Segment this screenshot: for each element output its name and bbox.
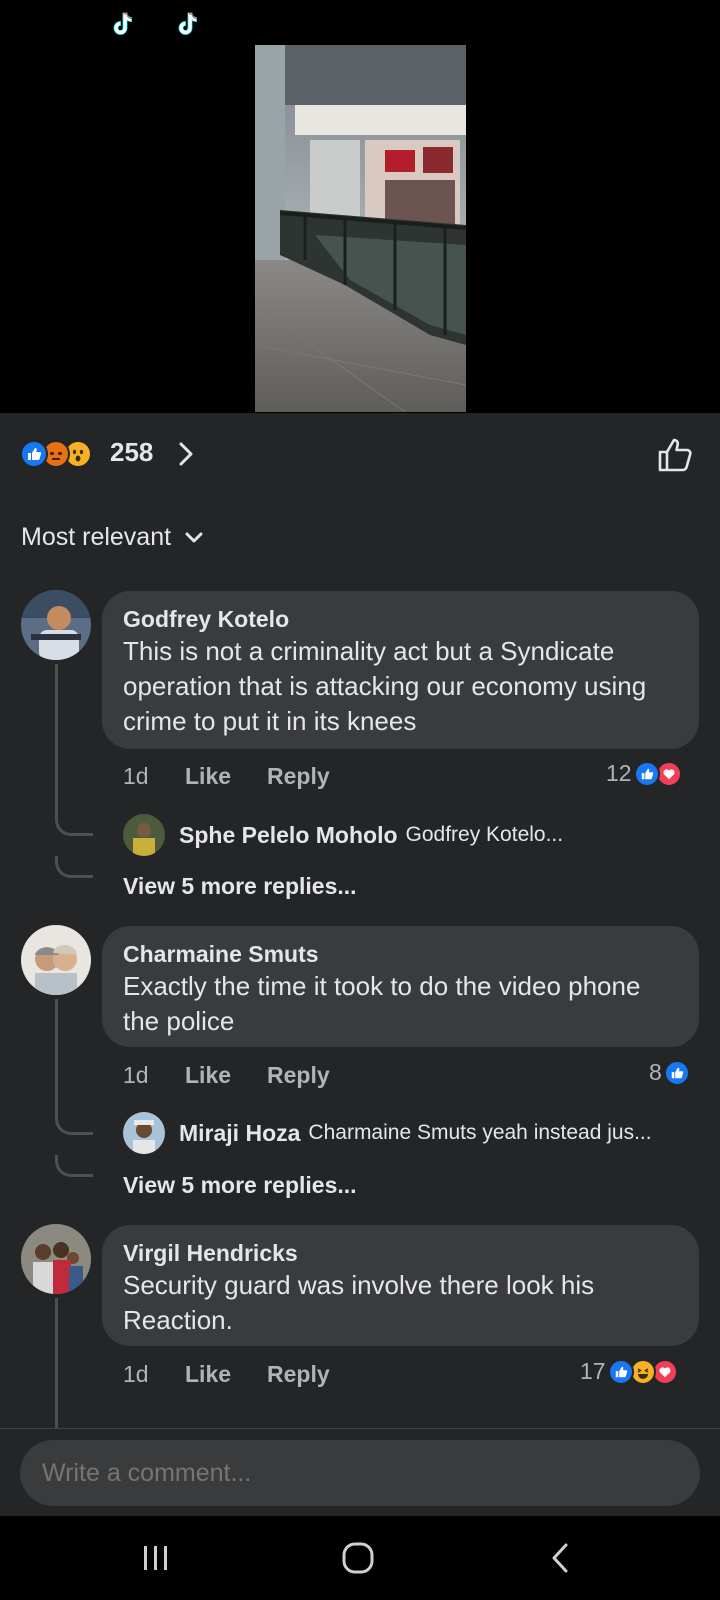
reaction-summary[interactable] [20, 440, 92, 468]
recents-icon[interactable] [126, 1538, 186, 1578]
reaction-count[interactable]: 258 [110, 437, 153, 468]
avatar[interactable] [21, 925, 91, 995]
reaction-count: 12 [606, 760, 632, 786]
avatar[interactable] [21, 1224, 91, 1294]
view-more-replies-link[interactable]: View 5 more replies... [123, 873, 357, 900]
like-link[interactable]: Like [185, 763, 267, 790]
comment-time[interactable]: 1d [123, 763, 185, 790]
comment-bubble[interactable]: Godfrey Kotelo This is not a criminality… [102, 591, 699, 749]
like-icon [607, 1358, 634, 1385]
chevron-down-icon [185, 532, 203, 542]
sort-label: Most relevant [21, 523, 172, 551]
thread-connector [55, 856, 93, 878]
video-thumbnail[interactable] [255, 45, 466, 412]
comment-author[interactable]: Virgil Hendricks [123, 1238, 679, 1268]
avatar[interactable] [123, 814, 165, 856]
tiktok-logo-icon [108, 10, 136, 38]
like-button-icon[interactable] [656, 436, 694, 474]
comment-actions: 1d Like Reply [123, 1062, 330, 1089]
comment-time[interactable]: 1d [123, 1361, 185, 1388]
thread-connector [55, 814, 93, 836]
comment-text: Security guard was involve there look hi… [123, 1270, 595, 1335]
comment-input[interactable] [20, 1440, 700, 1506]
avatar[interactable] [123, 1112, 165, 1154]
like-link[interactable]: Like [185, 1062, 267, 1089]
reply-preview[interactable]: Miraji Hoza Charmaine Smuts yeah instead… [123, 1112, 652, 1154]
reply-link[interactable]: Reply [267, 1062, 330, 1089]
like-icon [633, 760, 660, 787]
video-player[interactable] [0, 0, 720, 413]
comment-text: Exactly the time it took to do the video… [123, 971, 641, 1036]
reply-snippet: Charmaine Smuts yeah instead jus... [308, 1121, 652, 1144]
comment-bubble[interactable]: Virgil Hendricks Security guard was invo… [102, 1225, 699, 1346]
reply-snippet: Godfrey Kotelo... [405, 823, 564, 846]
thread-line [55, 1298, 58, 1428]
comment-text: This is not a criminality act but a Synd… [123, 636, 647, 736]
comment-actions: 1d Like Reply [123, 1361, 330, 1388]
view-more-replies-link[interactable]: View 5 more replies... [123, 1172, 357, 1199]
comment-author[interactable]: Charmaine Smuts [123, 939, 679, 969]
back-icon[interactable] [530, 1538, 590, 1578]
comment-composer-bar [0, 1428, 720, 1516]
like-icon [20, 440, 48, 468]
system-navigation-bar [0, 1516, 720, 1600]
comment-time[interactable]: 1d [123, 1062, 185, 1089]
comment-reactions[interactable]: 12 [606, 760, 682, 787]
reply-link[interactable]: Reply [267, 763, 330, 790]
reaction-count: 8 [649, 1059, 662, 1085]
home-icon[interactable] [328, 1538, 388, 1578]
thread-line [55, 999, 58, 1113]
comment-author[interactable]: Godfrey Kotelo [123, 604, 679, 634]
reply-author[interactable]: Sphe Pelelo Moholo [179, 822, 398, 849]
sort-dropdown[interactable]: Most relevant [21, 523, 203, 552]
avatar[interactable] [21, 590, 91, 660]
chevron-right-icon[interactable] [176, 440, 196, 468]
reply-preview[interactable]: Sphe Pelelo Moholo Godfrey Kotelo... [123, 814, 563, 856]
comment-reactions[interactable]: 17 [580, 1358, 678, 1385]
like-link[interactable]: Like [185, 1361, 267, 1388]
thread-connector [55, 1113, 93, 1135]
thread-line [55, 664, 58, 814]
reaction-count: 17 [580, 1358, 606, 1384]
reply-link[interactable]: Reply [267, 1361, 330, 1388]
reply-author[interactable]: Miraji Hoza [179, 1120, 300, 1147]
comment-reactions[interactable]: 8 [649, 1059, 690, 1086]
comment-bubble[interactable]: Charmaine Smuts Exactly the time it took… [102, 926, 699, 1047]
thread-connector [55, 1155, 93, 1177]
comment-actions: 1d Like Reply [123, 763, 330, 790]
like-icon [663, 1059, 690, 1086]
tiktok-logo-icon [173, 10, 201, 38]
